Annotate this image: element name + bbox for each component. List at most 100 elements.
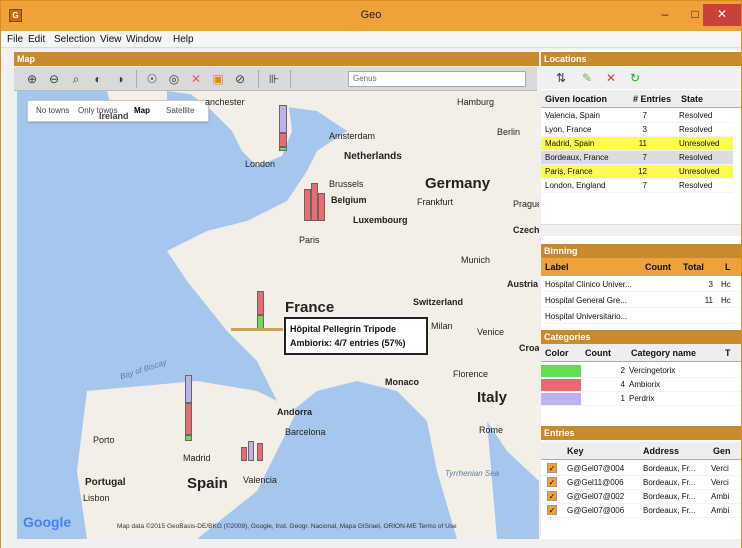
toolbar-separator	[136, 70, 137, 88]
status-bar	[1, 539, 741, 548]
close-button[interactable]: ✕	[703, 4, 741, 26]
binning-row[interactable]: Hospital Clinico Univer... 3 Hc	[541, 278, 741, 292]
menu-bar: File Edit Selection View Window Help	[1, 31, 741, 48]
sort-icon[interactable]: ⇅	[553, 70, 569, 86]
entry-checkbox[interactable]: ✓	[547, 463, 557, 473]
category-color-swatch[interactable]	[541, 365, 581, 377]
location-row[interactable]: Bordeaux, France 7 Resolved	[541, 151, 733, 165]
refresh-icon[interactable]: ↻	[627, 70, 643, 86]
tab-no-towns[interactable]: No towns	[36, 106, 69, 115]
zoom-out-icon[interactable]: ⊖	[46, 71, 62, 87]
place-munich: Munich	[461, 255, 491, 265]
marker-bar-perdrix[interactable]	[279, 105, 287, 133]
globe-down-icon[interactable]: ◑	[112, 71, 128, 87]
edit-icon[interactable]: ✎	[579, 70, 595, 86]
location-row[interactable]: Paris, France 12 Unresolved	[541, 165, 733, 179]
col-gen[interactable]: Gen	[713, 446, 731, 456]
col-given-location[interactable]: Given location	[545, 94, 607, 104]
marker-bar-ambiorix[interactable]	[185, 403, 192, 435]
marker-bar-vercingetorix[interactable]	[257, 315, 264, 329]
globe-refresh-icon[interactable]: ◎	[166, 71, 182, 87]
location-entries: 7	[642, 111, 647, 120]
place-prague: Prague	[513, 199, 539, 209]
binning-row[interactable]: Hospital Universitario...	[541, 310, 741, 324]
menu-help[interactable]: Help	[173, 34, 194, 45]
marker-bar-ambiorix[interactable]	[257, 291, 264, 315]
category-color-swatch[interactable]	[541, 393, 581, 405]
lasso-icon[interactable]: ⊘	[232, 71, 248, 87]
col-address[interactable]: Address	[643, 446, 679, 456]
menu-file[interactable]: File	[7, 34, 23, 45]
binning-l: Hc	[721, 280, 731, 289]
entry-checkbox[interactable]: ✓	[547, 477, 557, 487]
marker-bar-vercingetorix[interactable]	[185, 435, 192, 441]
col-l[interactable]: L	[725, 262, 731, 272]
entry-checkbox[interactable]: ✓	[547, 491, 557, 501]
tab-satellite[interactable]: Satellite	[166, 106, 194, 115]
place-venice: Venice	[477, 327, 505, 337]
locations-scrollbar[interactable]	[541, 224, 741, 236]
location-row[interactable]: London, England 7 Resolved	[541, 179, 733, 193]
marker-bar-perdrix[interactable]	[248, 441, 254, 461]
col-total[interactable]: Total	[683, 262, 704, 272]
menu-selection[interactable]: Selection	[54, 34, 95, 45]
menu-view[interactable]: View	[100, 34, 122, 45]
place-austria: Austria	[507, 279, 539, 289]
col-count[interactable]: Count	[645, 262, 671, 272]
category-row[interactable]: 4 Ambiorix	[541, 378, 741, 392]
tab-map[interactable]: Map	[134, 106, 150, 115]
location-entries: 7	[642, 181, 647, 190]
entry-row[interactable]: ✓ G@Gel07@004 Bordeaux, Fr... Verci	[541, 462, 741, 476]
marker-bar-ambiorix[interactable]	[279, 133, 287, 147]
entry-row[interactable]: ✓ G@Gel07@002 Bordeaux, Fr... Ambi	[541, 490, 741, 504]
col-entries[interactable]: # Entries	[633, 94, 671, 104]
marker-bar-ambiorix[interactable]	[304, 189, 311, 221]
export-icon[interactable]: ▣	[210, 71, 226, 87]
col-key[interactable]: Key	[567, 446, 584, 456]
col-category-name[interactable]: Category name	[631, 348, 696, 358]
histogram-icon[interactable]: ⊪	[266, 71, 282, 87]
entry-address: Bordeaux, Fr...	[643, 478, 696, 487]
menu-edit[interactable]: Edit	[28, 34, 45, 45]
marker-bar-perdrix[interactable]	[185, 375, 192, 403]
location-name: Lyon, France	[545, 125, 592, 134]
genus-combo[interactable]: Genus	[348, 71, 526, 87]
binning-row[interactable]: Hospital General Gre... 11 Hc	[541, 294, 741, 308]
entry-checkbox[interactable]: ✓	[547, 505, 557, 515]
place-barcelona: Barcelona	[285, 427, 326, 437]
category-row[interactable]: 2 Vercingetorix	[541, 364, 741, 378]
marker-bar-ambiorix[interactable]	[241, 447, 247, 461]
col-color[interactable]: Color	[545, 348, 569, 358]
map-attribution[interactable]: Map data ©2015 GeoBasis-DE/BKG (©2009), …	[117, 523, 457, 530]
place-frankfurt: Frankfurt	[417, 197, 454, 207]
location-entries: 3	[642, 125, 647, 134]
col-label[interactable]: Label	[545, 262, 569, 272]
category-row[interactable]: 1 Perdrix	[541, 392, 741, 406]
category-color-swatch[interactable]	[541, 379, 581, 391]
location-row[interactable]: Valencia, Spain 7 Resolved	[541, 109, 733, 123]
location-row[interactable]: Lyon, France 3 Resolved	[541, 123, 733, 137]
col-t[interactable]: T	[725, 348, 731, 358]
binoculars-icon[interactable]: ☉	[144, 71, 160, 87]
clear-icon[interactable]: ✕	[188, 71, 204, 87]
col-state[interactable]: State	[681, 94, 703, 104]
menu-window[interactable]: Window	[126, 34, 162, 45]
marker-bar-ambiorix[interactable]	[257, 443, 263, 461]
entry-row[interactable]: ✓ G@Gel11@006 Bordeaux, Fr... Verci	[541, 476, 741, 490]
map-view[interactable]: No towns Only towns Map Satellite anches…	[17, 91, 539, 539]
delete-icon[interactable]: ✕	[603, 70, 619, 86]
minimize-button[interactable]: –	[651, 4, 679, 26]
marker-bar-ambiorix[interactable]	[318, 193, 325, 221]
zoom-in-icon[interactable]: ⊕	[24, 71, 40, 87]
marker-bar-vercingetorix[interactable]	[279, 147, 287, 151]
categories-title: Categories	[541, 330, 741, 344]
globe-up-icon[interactable]: ◐	[90, 71, 106, 87]
place-rome: Rome	[479, 425, 504, 435]
col-count[interactable]: Count	[585, 348, 611, 358]
entry-row[interactable]: ✓ G@Gel07@006 Bordeaux, Fr... Ambi	[541, 504, 741, 518]
title-bar[interactable]: G Geo – □ ✕	[1, 1, 741, 31]
location-row[interactable]: Madrid, Spain 11 Unresolved	[541, 137, 733, 151]
marker-bar-ambiorix[interactable]	[311, 183, 318, 221]
zoom-fit-icon[interactable]: ⌕	[68, 71, 84, 87]
binning-label: Hospital Universitario...	[545, 312, 628, 321]
